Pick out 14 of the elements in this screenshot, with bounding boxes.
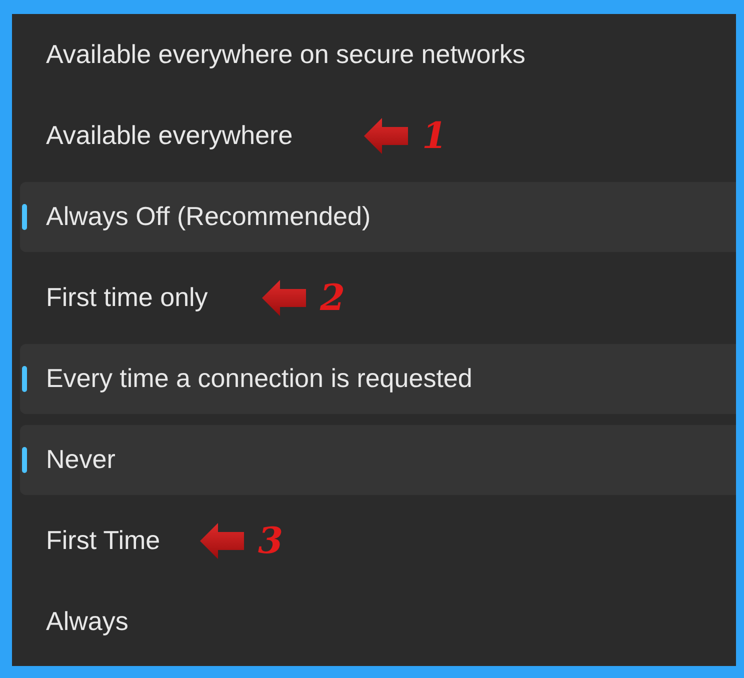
menu-item[interactable]: First Time	[12, 500, 160, 581]
menu-item[interactable]: Available everywhere	[12, 95, 293, 176]
menu-item[interactable]: First time only	[12, 257, 208, 338]
menu-item[interactable]: Never	[20, 424, 736, 494]
menu-item[interactable]: Every time a connection is requested	[20, 344, 736, 414]
menu-item[interactable]: Available everywhere on secure networks	[12, 14, 526, 95]
arrow-icon	[364, 118, 408, 154]
arrow-icon	[200, 522, 244, 558]
menu-item[interactable]: Always	[12, 581, 128, 662]
annotation-number: 3	[258, 522, 284, 558]
arrow-icon	[262, 280, 306, 316]
annotation-number: 1	[422, 118, 448, 154]
annotation-number: 2	[320, 280, 346, 316]
menu-item[interactable]: Always Off (Recommended)	[20, 182, 736, 252]
